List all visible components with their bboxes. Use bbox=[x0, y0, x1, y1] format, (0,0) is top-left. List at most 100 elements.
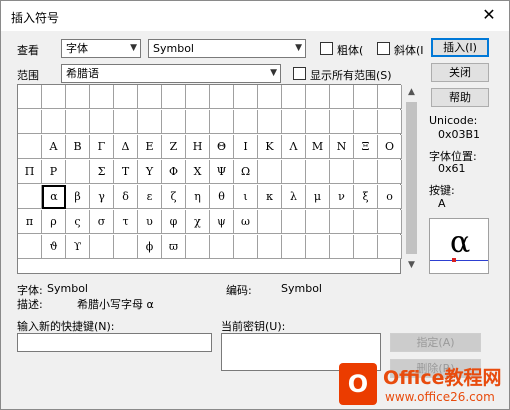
show-all-checkbox[interactable] bbox=[293, 67, 306, 80]
symbol-cell[interactable]: ϖ bbox=[162, 235, 186, 259]
symbol-cell[interactable] bbox=[186, 235, 210, 259]
symbol-cell[interactable] bbox=[42, 85, 66, 109]
symbol-cell[interactable] bbox=[90, 110, 114, 134]
symbol-cell[interactable]: γ bbox=[90, 185, 114, 209]
symbol-cell[interactable]: τ bbox=[114, 210, 138, 234]
new-shortcut-input[interactable] bbox=[17, 333, 212, 352]
symbol-cell[interactable] bbox=[330, 210, 354, 234]
symbol-cell[interactable] bbox=[138, 85, 162, 109]
symbol-cell[interactable]: ζ bbox=[162, 185, 186, 209]
symbol-cell[interactable]: Ρ bbox=[42, 160, 66, 184]
symbol-cell[interactable] bbox=[234, 235, 258, 259]
assign-button[interactable]: 指定(A) bbox=[390, 333, 481, 352]
symbol-cell[interactable] bbox=[162, 85, 186, 109]
symbol-cell[interactable]: Μ bbox=[306, 135, 330, 159]
symbol-cell[interactable] bbox=[186, 110, 210, 134]
symbol-cell[interactable]: Ι bbox=[234, 135, 258, 159]
symbol-cell[interactable] bbox=[282, 210, 306, 234]
symbol-cell[interactable]: Τ bbox=[114, 160, 138, 184]
close-button[interactable]: 关闭 bbox=[431, 63, 489, 82]
symbol-cell[interactable] bbox=[306, 110, 330, 134]
scroll-thumb[interactable] bbox=[406, 102, 417, 254]
symbol-cell[interactable] bbox=[282, 160, 306, 184]
symbol-cell[interactable] bbox=[378, 160, 402, 184]
symbol-cell[interactable]: Ξ bbox=[354, 135, 378, 159]
symbol-cell[interactable] bbox=[282, 110, 306, 134]
symbol-cell[interactable] bbox=[258, 235, 282, 259]
symbol-cell[interactable]: ξ bbox=[354, 185, 378, 209]
help-button[interactable]: 帮助 bbox=[431, 88, 489, 107]
symbol-cell[interactable] bbox=[162, 110, 186, 134]
symbol-cell[interactable] bbox=[42, 110, 66, 134]
symbol-cell[interactable] bbox=[306, 210, 330, 234]
symbol-cell[interactable]: ψ bbox=[210, 210, 234, 234]
symbol-cell[interactable] bbox=[258, 160, 282, 184]
symbol-cell[interactable]: μ bbox=[306, 185, 330, 209]
symbol-cell[interactable]: ϕ bbox=[138, 235, 162, 259]
symbol-cell[interactable] bbox=[114, 110, 138, 134]
symbol-cell[interactable] bbox=[18, 110, 42, 134]
font-select[interactable]: Symbol ▼ bbox=[148, 39, 306, 58]
symbol-cell[interactable] bbox=[210, 110, 234, 134]
symbol-cell[interactable]: λ bbox=[282, 185, 306, 209]
insert-button[interactable]: 插入(I) bbox=[431, 38, 489, 57]
symbol-cell[interactable] bbox=[282, 85, 306, 109]
italic-checkbox[interactable] bbox=[377, 42, 390, 55]
symbol-cell[interactable]: φ bbox=[162, 210, 186, 234]
symbol-cell[interactable]: σ bbox=[90, 210, 114, 234]
symbol-cell[interactable]: Ψ bbox=[210, 160, 234, 184]
symbol-cell[interactable] bbox=[114, 85, 138, 109]
symbol-cell[interactable]: Π bbox=[18, 160, 42, 184]
symbol-cell[interactable]: Φ bbox=[162, 160, 186, 184]
symbol-cell[interactable]: δ bbox=[114, 185, 138, 209]
symbol-cell[interactable]: Σ bbox=[90, 160, 114, 184]
symbol-cell[interactable] bbox=[90, 85, 114, 109]
symbol-cell[interactable] bbox=[306, 85, 330, 109]
symbol-cell[interactable]: Δ bbox=[114, 135, 138, 159]
symbol-cell[interactable]: Ν bbox=[330, 135, 354, 159]
symbol-cell[interactable]: ρ bbox=[42, 210, 66, 234]
symbol-cell[interactable] bbox=[354, 110, 378, 134]
symbol-cell[interactable]: ν bbox=[330, 185, 354, 209]
symbol-cell[interactable] bbox=[210, 235, 234, 259]
symbol-cell[interactable]: β bbox=[66, 185, 90, 209]
symbol-cell[interactable]: ϒ bbox=[66, 235, 90, 259]
symbol-cell[interactable]: Χ bbox=[186, 160, 210, 184]
symbol-cell[interactable]: Λ bbox=[282, 135, 306, 159]
symbol-cell[interactable]: ϑ bbox=[42, 235, 66, 259]
symbol-cell[interactable]: Β bbox=[66, 135, 90, 159]
symbol-cell[interactable]: Ο bbox=[378, 135, 402, 159]
symbol-cell[interactable]: κ bbox=[258, 185, 282, 209]
symbol-cell[interactable] bbox=[114, 235, 138, 259]
symbol-cell[interactable] bbox=[258, 85, 282, 109]
symbol-cell[interactable] bbox=[354, 235, 378, 259]
symbol-cell[interactable]: η bbox=[186, 185, 210, 209]
grid-scrollbar[interactable]: ▲ ▼ bbox=[403, 84, 420, 274]
symbol-cell[interactable] bbox=[90, 235, 114, 259]
symbol-cell[interactable] bbox=[354, 85, 378, 109]
symbol-cell[interactable]: ι bbox=[234, 185, 258, 209]
symbol-cell[interactable]: Υ bbox=[138, 160, 162, 184]
category-select[interactable]: 字体 ▼ bbox=[61, 39, 141, 58]
symbol-cell[interactable] bbox=[378, 85, 402, 109]
symbol-cell[interactable]: Ζ bbox=[162, 135, 186, 159]
symbol-cell[interactable]: Η bbox=[186, 135, 210, 159]
symbol-cell[interactable]: υ bbox=[138, 210, 162, 234]
symbol-cell[interactable] bbox=[210, 85, 234, 109]
symbol-cell[interactable] bbox=[186, 85, 210, 109]
symbol-cell[interactable] bbox=[18, 135, 42, 159]
symbol-cell[interactable] bbox=[378, 235, 402, 259]
symbol-cell[interactable] bbox=[306, 235, 330, 259]
range-select[interactable]: 希腊语 ▼ bbox=[61, 64, 281, 83]
symbol-cell[interactable]: ε bbox=[138, 185, 162, 209]
symbol-cell[interactable]: ο bbox=[378, 185, 402, 209]
symbol-cell[interactable] bbox=[330, 110, 354, 134]
scroll-up-icon[interactable]: ▲ bbox=[403, 84, 420, 101]
symbol-cell[interactable] bbox=[330, 160, 354, 184]
symbol-cell[interactable] bbox=[66, 160, 90, 184]
symbol-cell[interactable] bbox=[234, 110, 258, 134]
symbol-cell[interactable] bbox=[378, 210, 402, 234]
symbol-cell[interactable]: Α bbox=[42, 135, 66, 159]
symbol-cell[interactable]: Κ bbox=[258, 135, 282, 159]
symbol-cell[interactable]: Ω bbox=[234, 160, 258, 184]
